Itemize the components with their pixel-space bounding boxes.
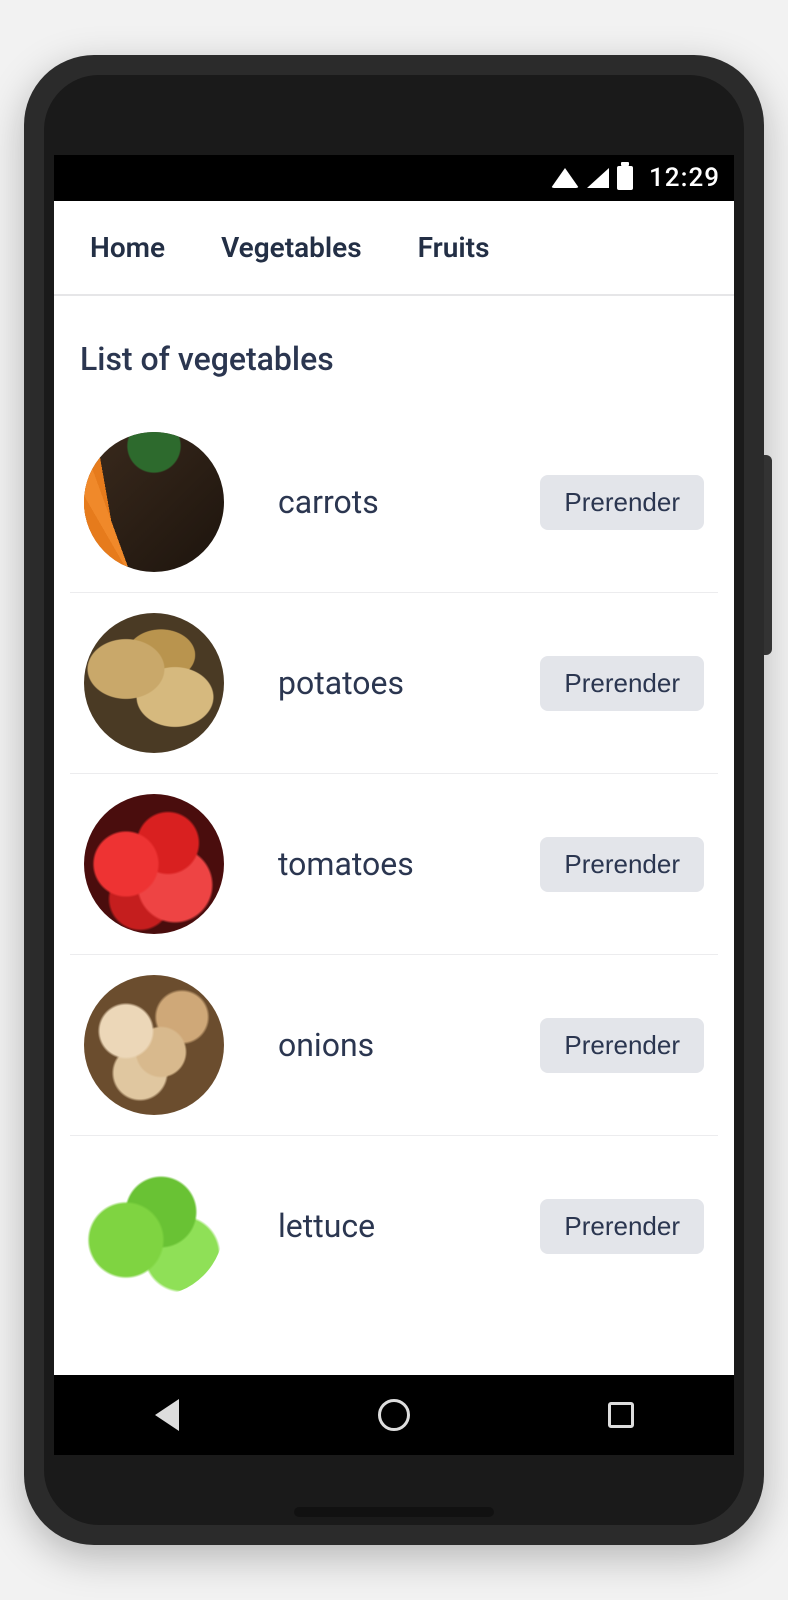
prerender-button[interactable]: Prerender xyxy=(540,1199,704,1254)
device-inner: 12:29 Home Vegetables Fruits List of veg… xyxy=(44,75,744,1525)
top-nav: Home Vegetables Fruits xyxy=(54,201,734,296)
prerender-button[interactable]: Prerender xyxy=(540,1018,704,1073)
prerender-button[interactable]: Prerender xyxy=(540,475,704,530)
item-name: carrots xyxy=(278,483,540,521)
android-back-button[interactable] xyxy=(147,1395,187,1435)
item-image xyxy=(84,794,224,934)
battery-icon xyxy=(617,166,633,190)
status-bar: 12:29 xyxy=(54,155,734,201)
recents-icon xyxy=(608,1402,634,1428)
nav-vegetables[interactable]: Vegetables xyxy=(221,231,362,264)
back-icon xyxy=(155,1399,179,1431)
vegetables-list: carrotsPrerenderpotatoesPrerendertomatoe… xyxy=(70,412,718,1316)
item-image xyxy=(84,1156,224,1296)
status-icons: 12:29 xyxy=(551,163,720,193)
item-image xyxy=(84,975,224,1115)
screen: 12:29 Home Vegetables Fruits List of veg… xyxy=(54,155,734,1455)
item-image xyxy=(84,613,224,753)
home-icon xyxy=(378,1399,410,1431)
app: Home Vegetables Fruits List of vegetable… xyxy=(54,201,734,1375)
device-bottom-speaker xyxy=(294,1507,494,1517)
device-frame: 12:29 Home Vegetables Fruits List of veg… xyxy=(24,55,764,1545)
page-title: List of vegetables xyxy=(80,340,718,378)
content[interactable]: List of vegetables carrotsPrerenderpotat… xyxy=(54,296,734,1375)
item-name: onions xyxy=(278,1026,540,1064)
item-name: tomatoes xyxy=(278,845,540,883)
list-item[interactable]: carrotsPrerender xyxy=(70,412,718,593)
android-recents-button[interactable] xyxy=(601,1395,641,1435)
list-item[interactable]: potatoesPrerender xyxy=(70,593,718,774)
item-image xyxy=(84,432,224,572)
list-item[interactable]: tomatoesPrerender xyxy=(70,774,718,955)
android-system-nav xyxy=(54,1375,734,1455)
item-name: potatoes xyxy=(278,664,540,702)
wifi-icon xyxy=(551,168,579,188)
list-item[interactable]: onionsPrerender xyxy=(70,955,718,1136)
status-clock: 12:29 xyxy=(649,163,720,193)
item-name: lettuce xyxy=(278,1207,540,1245)
prerender-button[interactable]: Prerender xyxy=(540,656,704,711)
nav-home[interactable]: Home xyxy=(90,231,165,264)
android-home-button[interactable] xyxy=(374,1395,414,1435)
cell-signal-icon xyxy=(587,168,609,188)
prerender-button[interactable]: Prerender xyxy=(540,837,704,892)
list-item[interactable]: lettucePrerender xyxy=(70,1136,718,1316)
nav-fruits[interactable]: Fruits xyxy=(418,231,490,264)
